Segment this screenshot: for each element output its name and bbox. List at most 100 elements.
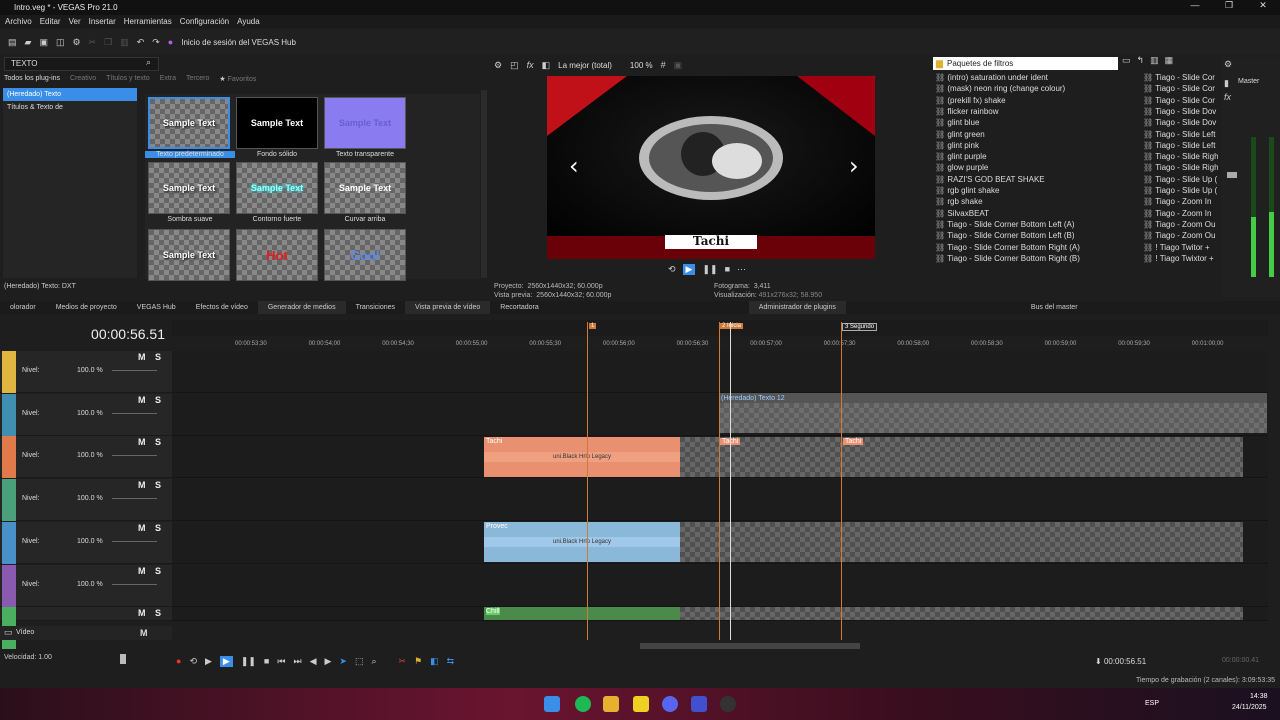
track-header[interactable]: M S Nivel: 100.0 % xyxy=(0,564,172,607)
fx-preset-item[interactable]: ⛓ Tiago - Slide Up ( xyxy=(1143,186,1217,195)
solo-button[interactable]: S xyxy=(155,352,161,362)
filter-packages-select[interactable]: Paquetes de filtros xyxy=(933,57,1118,70)
mute-button[interactable]: M xyxy=(138,352,146,362)
file-explorer-icon[interactable] xyxy=(603,696,619,712)
go-start-icon[interactable]: ⏮ xyxy=(277,657,285,666)
tab-favorites[interactable]: ★ Favoritos xyxy=(219,75,256,87)
tab-titles[interactable]: Títulos y texto xyxy=(106,75,150,87)
go-end-icon[interactable]: ⏭ xyxy=(293,657,301,666)
fx-preset-item[interactable]: ⛓ Tiago - Slide Righ xyxy=(1143,163,1218,172)
track-color-strip[interactable] xyxy=(2,521,16,564)
marker-icon[interactable]: ⚑ xyxy=(414,657,422,666)
menu-insertar[interactable]: Insertar xyxy=(89,17,116,26)
stop-icon[interactable]: ■ xyxy=(725,265,730,274)
horizontal-scrollbar[interactable] xyxy=(640,643,860,649)
save-icon[interactable]: ▣ xyxy=(39,37,48,47)
playhead[interactable] xyxy=(730,322,731,640)
menu-ayuda[interactable]: Ayuda xyxy=(237,17,260,26)
track-color-strip[interactable] xyxy=(2,479,16,522)
tab-master-bus[interactable]: Bus del master xyxy=(1021,301,1088,314)
fx-preset-item[interactable]: ⛓ rgb glint shake xyxy=(935,186,999,195)
solo-button[interactable]: S xyxy=(155,395,161,405)
loop-icon[interactable]: ⟲ xyxy=(189,657,197,666)
tab-color-grader[interactable]: olorador xyxy=(0,301,46,314)
fx-preset-item[interactable]: ⛓ Tiago - Zoom Ou xyxy=(1143,231,1215,240)
view-icon[interactable]: ▦ xyxy=(1165,56,1174,65)
fx-preset-item[interactable]: ⛓ (prekill fx) shake xyxy=(935,96,1006,105)
level-slider[interactable] xyxy=(112,412,157,414)
new-file-icon[interactable]: ▤ xyxy=(8,37,17,47)
fx-preset-item[interactable]: ⛓ Tiago - Zoom In xyxy=(1143,197,1211,206)
mute-button[interactable]: M xyxy=(138,395,146,405)
level-value[interactable]: 100.0 % xyxy=(77,581,103,588)
solo-button[interactable]: S xyxy=(155,437,161,447)
track-lane[interactable] xyxy=(172,564,1268,607)
split-icon[interactable]: ✂ xyxy=(399,657,407,666)
clock-date[interactable]: 24/11/2025 xyxy=(1232,704,1267,711)
fx-preset-item[interactable]: ⛓ Tiago - Slide Righ xyxy=(1143,152,1218,161)
volume-fader[interactable] xyxy=(1227,172,1237,178)
track-header[interactable]: M S Nivel: 100.0 % xyxy=(0,351,172,393)
tab-project-media[interactable]: Medios de proyecto xyxy=(46,301,127,314)
search-input[interactable]: TEXTO xyxy=(4,57,159,71)
mute-button[interactable]: M xyxy=(138,480,146,490)
tachi-clip[interactable]: Tachi uni.Black Hrlo Legacy xyxy=(484,437,680,477)
fx-preset-item[interactable]: ⛓ Tiago - Slide Left xyxy=(1143,130,1215,139)
render-icon[interactable]: ◫ xyxy=(56,37,65,47)
marker-bar[interactable]: 1 2 Inicia 3 Segundo xyxy=(172,320,1268,336)
mute-button[interactable]: M xyxy=(138,608,146,618)
level-slider[interactable] xyxy=(112,583,157,585)
clock-time[interactable]: 14:38 xyxy=(1250,693,1268,700)
tab-media-generators[interactable]: Generador de medios xyxy=(257,301,346,314)
close-icon[interactable]: ✕ xyxy=(1246,0,1280,11)
fx-preset-item[interactable]: ⛓ Tiago - Slide Up ( xyxy=(1143,175,1217,184)
language-indicator[interactable]: ESP xyxy=(1145,700,1159,707)
back-icon[interactable]: ↰ xyxy=(1137,56,1145,65)
marker-1[interactable]: 1 xyxy=(589,323,597,329)
menu-editar[interactable]: Editar xyxy=(40,17,61,26)
track-lane[interactable] xyxy=(172,479,1268,522)
level-slider[interactable] xyxy=(112,498,157,500)
tab-video-fx[interactable]: Efectos de vídeo xyxy=(186,301,258,314)
fx-preset-item[interactable]: ⛓ ! Tiago Twixtor + xyxy=(1143,254,1214,263)
tab-third-party[interactable]: Tercero xyxy=(186,75,209,87)
gear-icon[interactable]: ⚙ xyxy=(72,37,80,47)
fx-preset-item[interactable]: ⛓ Tiago - Slide Cor xyxy=(1143,73,1215,82)
fx-preset-item[interactable]: ⛓ (intro) saturation under ident xyxy=(935,73,1048,82)
chill-clip[interactable]: Chill xyxy=(484,607,680,620)
fx-preset-item[interactable]: ⛓ SilvaxBEAT xyxy=(935,209,989,218)
fx-preset-item[interactable]: ⛓ glint purple xyxy=(935,152,987,161)
generator-scrollbar[interactable] xyxy=(481,90,487,278)
fx-preset-item[interactable]: ⛓ Tiago - Slide Corner Bottom Right (B) xyxy=(935,254,1080,263)
loop-icon[interactable]: ⟲ xyxy=(668,265,676,274)
video-preview[interactable]: ‹ › Tachi xyxy=(547,76,875,259)
pause-icon[interactable]: ❚❚ xyxy=(241,657,256,666)
notes-icon[interactable] xyxy=(633,696,649,712)
solo-button[interactable]: S xyxy=(155,523,161,533)
maximize-icon[interactable]: ❐ xyxy=(1212,0,1246,11)
search-icon[interactable]: ⌕ xyxy=(146,58,151,67)
split-screen-icon[interactable]: ◧ xyxy=(542,60,551,70)
track-color-strip[interactable] xyxy=(2,564,16,607)
text-clip[interactable]: (Heredado) Texto 12 xyxy=(719,393,1267,433)
solo-button[interactable]: S xyxy=(155,608,161,618)
tab-vegas-hub[interactable]: VEGAS Hub xyxy=(127,301,186,314)
mute-button[interactable]: M xyxy=(138,566,146,576)
level-slider[interactable] xyxy=(112,455,157,457)
fx-preset-item[interactable]: ⛓ Tiago - Slide Cor xyxy=(1143,96,1215,105)
selection-tool-icon[interactable]: ⬚ xyxy=(355,657,364,666)
level-value[interactable]: 100.0 % xyxy=(77,367,103,374)
fx-preset-item[interactable]: ⛓ Tiago - Slide Corner Bottom Left (A) xyxy=(935,220,1075,229)
pause-icon[interactable]: ❚❚ xyxy=(702,265,717,274)
solo-button[interactable]: S xyxy=(155,566,161,576)
fx-preset-item[interactable]: ⛓ Tiago - Zoom Ou xyxy=(1143,220,1215,229)
fx-preset-item[interactable]: ⛓ glint pink xyxy=(935,141,979,150)
vegas-hub-icon[interactable]: ● xyxy=(168,37,173,47)
track-color-strip[interactable] xyxy=(2,393,16,436)
speed-slider[interactable] xyxy=(120,654,126,664)
delete-folder-icon[interactable]: ▥ xyxy=(1150,56,1159,65)
marker-3[interactable]: 3 Segundo xyxy=(842,323,878,331)
image-clip-sequence[interactable] xyxy=(680,437,1243,477)
fx-preset-item[interactable]: ⛓ Tiago - Slide Dov xyxy=(1143,107,1216,116)
level-value[interactable]: 100.0 % xyxy=(77,410,103,417)
